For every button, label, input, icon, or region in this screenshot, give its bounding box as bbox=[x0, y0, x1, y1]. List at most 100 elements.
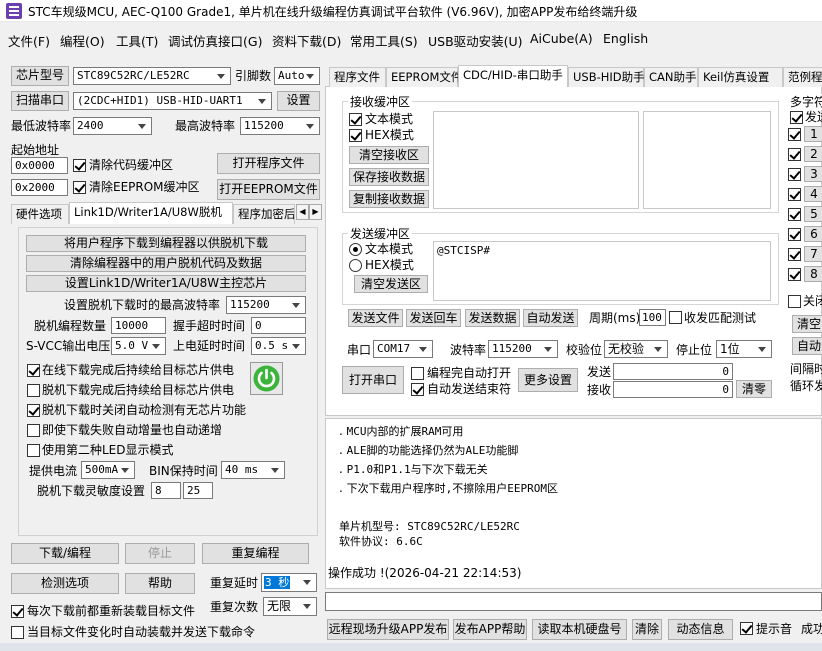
recv-hex-mode-checkbox[interactable] bbox=[349, 129, 362, 142]
dynamic-info-button[interactable]: 动态信息 bbox=[668, 619, 733, 640]
tab-program-file[interactable]: 程序文件 bbox=[329, 67, 386, 87]
tab-can[interactable]: CAN助手 bbox=[644, 67, 698, 87]
auto-increment-checkbox[interactable] bbox=[27, 424, 40, 437]
send-text-mode-radio[interactable] bbox=[349, 243, 362, 256]
tab-eeprom-file[interactable]: EEPROM文件 bbox=[386, 67, 462, 87]
multi-row-checkbox-4[interactable] bbox=[788, 188, 801, 201]
repeat-program-button[interactable]: 重复编程 bbox=[202, 543, 309, 564]
menu-file[interactable]: 文件(F) bbox=[8, 31, 50, 50]
multi-row-button-1[interactable]: 1 bbox=[804, 126, 822, 142]
svcc-voltage-select[interactable]: 5.0 V bbox=[111, 337, 166, 355]
multi-row-checkbox-7[interactable] bbox=[788, 248, 801, 261]
multi-row-button-3[interactable]: 3 bbox=[804, 166, 822, 182]
open-serial-button[interactable]: 打开串口 bbox=[342, 366, 404, 394]
clear-log-button[interactable]: 清除 bbox=[632, 619, 662, 640]
clear-writer-code-button[interactable]: 清除编程器中的用户脱机代码及数据 bbox=[26, 255, 306, 272]
power-button[interactable] bbox=[250, 362, 283, 395]
multi-row-button-2[interactable]: 2 bbox=[804, 146, 822, 162]
supply-current-select[interactable]: 500mA bbox=[81, 461, 135, 479]
auto-open-checkbox[interactable] bbox=[411, 367, 424, 380]
multi-row-checkbox-8[interactable] bbox=[788, 268, 801, 281]
port-select[interactable]: (2CDC+HID1) USB-HID-UART1 bbox=[73, 92, 272, 110]
online-power-checkbox[interactable] bbox=[27, 364, 40, 377]
menu-aicube[interactable]: AiCube(A) bbox=[530, 31, 593, 46]
recv-text-mode-checkbox[interactable] bbox=[349, 113, 362, 126]
remote-upgrade-button[interactable]: 远程现场升级APP发布 bbox=[327, 619, 449, 640]
multi-send-checkbox[interactable] bbox=[790, 111, 803, 124]
publish-help-button[interactable]: 发布APP帮助 bbox=[453, 619, 527, 640]
reload-checkbox[interactable] bbox=[11, 605, 24, 618]
stop-button[interactable]: 停止 bbox=[125, 543, 195, 564]
clear-count-button[interactable]: 清零 bbox=[736, 380, 772, 398]
tab-keil-settings[interactable]: Keil仿真设置 bbox=[698, 67, 783, 87]
disable-detect-checkbox[interactable] bbox=[27, 404, 40, 417]
serial-port-select[interactable]: COM17 bbox=[373, 340, 433, 358]
tab-usb-hid[interactable]: USB-HID助手 bbox=[568, 67, 645, 87]
match-test-checkbox[interactable] bbox=[669, 311, 682, 324]
clear-send-button[interactable]: 清空发送区 bbox=[354, 275, 428, 293]
offline-power-checkbox[interactable] bbox=[27, 384, 40, 397]
power-on-delay-select[interactable]: 0.5 s bbox=[251, 337, 306, 355]
handshake-timeout-input[interactable]: 0 bbox=[251, 317, 306, 334]
led-mode-checkbox[interactable] bbox=[27, 444, 40, 457]
menu-tools[interactable]: 工具(T) bbox=[116, 31, 158, 50]
min-baud-select[interactable]: 2400 bbox=[73, 117, 152, 135]
pin-count-select[interactable]: Auto bbox=[274, 67, 320, 85]
receive-text-pane[interactable] bbox=[433, 111, 639, 209]
auto-load-checkbox[interactable] bbox=[11, 626, 24, 639]
menu-program[interactable]: 编程(O) bbox=[60, 31, 105, 50]
stop-bits-select[interactable]: 1位 bbox=[716, 340, 772, 358]
period-input[interactable]: 100 bbox=[639, 309, 666, 326]
send-data-button[interactable]: 发送数据 bbox=[465, 309, 520, 327]
bin-hold-select[interactable]: 40 ms bbox=[221, 461, 285, 479]
tab-scroll-left-icon[interactable]: ◀ bbox=[296, 204, 309, 220]
auto-end-checkbox[interactable] bbox=[411, 383, 424, 396]
more-settings-button[interactable]: 更多设置 bbox=[518, 368, 578, 392]
menu-english[interactable]: English bbox=[603, 31, 648, 46]
help-button[interactable]: 帮助 bbox=[125, 573, 195, 594]
multi-row-checkbox-5[interactable] bbox=[788, 208, 801, 221]
download-to-writer-button[interactable]: 将用户程序下载到编程器以供脱机下载 bbox=[26, 235, 306, 252]
port-settings-button[interactable]: 设置 bbox=[277, 91, 320, 111]
multi-row-button-5[interactable]: 5 bbox=[804, 206, 822, 222]
baud-select[interactable]: 115200 bbox=[488, 340, 558, 358]
multi-row-button-7[interactable]: 7 bbox=[804, 246, 822, 262]
open-eeprom-file-button[interactable]: 打开EEPROM文件 bbox=[217, 179, 320, 200]
repeat-times-select[interactable]: 无限 bbox=[263, 597, 317, 616]
tab-scroll-right-icon[interactable]: ▶ bbox=[309, 204, 322, 220]
open-program-file-button[interactable]: 打开程序文件 bbox=[217, 153, 320, 174]
multi-auto-button[interactable]: 自动 bbox=[792, 337, 822, 355]
save-receive-button[interactable]: 保存接收数据 bbox=[349, 168, 429, 186]
code-address-input[interactable]: 0x0000 bbox=[11, 157, 68, 174]
multi-row-checkbox-2[interactable] bbox=[788, 148, 801, 161]
sensitivity-input-1[interactable]: 8 bbox=[151, 482, 181, 499]
log-output[interactable]: . MCU内部的扩展RAM可用 . ALE脚的功能选择仍然为ALE功能脚 . P… bbox=[325, 418, 822, 589]
multi-row-button-8[interactable]: 8 bbox=[804, 266, 822, 282]
chip-type-button[interactable]: 芯片型号 bbox=[11, 66, 69, 86]
menu-debug[interactable]: 调试仿真接口(G) bbox=[168, 31, 262, 50]
send-file-button[interactable]: 发送文件 bbox=[348, 309, 403, 327]
multi-row-checkbox-6[interactable] bbox=[788, 228, 801, 241]
auto-send-button[interactable]: 自动发送 bbox=[523, 309, 578, 327]
tab-program-encrypt[interactable]: 程序加密后 bbox=[233, 204, 295, 224]
send-enter-button[interactable]: 发送回车 bbox=[406, 309, 461, 327]
multi-clear-button[interactable]: 清空 bbox=[792, 315, 822, 333]
set-master-chip-button[interactable]: 设置Link1D/Writer1A/U8W主控芯片 bbox=[26, 275, 306, 292]
tab-cdc-serial[interactable]: CDC/HID-串口助手 bbox=[458, 65, 568, 87]
chip-type-select[interactable]: STC89C52RC/LE52RC bbox=[73, 67, 231, 85]
repeat-delay-select[interactable]: 3 秒 bbox=[261, 573, 317, 592]
menu-common-tools[interactable]: 常用工具(S) bbox=[350, 31, 418, 50]
receive-hex-pane[interactable] bbox=[643, 111, 771, 209]
sensitivity-input-2[interactable]: 25 bbox=[183, 482, 213, 499]
offline-count-input[interactable]: 10000 bbox=[111, 317, 166, 334]
download-program-button[interactable]: 下载/编程 bbox=[11, 543, 119, 564]
multi-row-checkbox-1[interactable] bbox=[788, 128, 801, 141]
tab-examples[interactable]: 范例程 bbox=[783, 67, 822, 87]
tab-offline-writer[interactable]: Link1D/Writer1A/U8W脱机 bbox=[69, 202, 233, 224]
send-hex-mode-radio[interactable] bbox=[349, 259, 362, 272]
check-options-button[interactable]: 检测选项 bbox=[11, 573, 119, 594]
send-text-pane[interactable]: @STCISP# bbox=[433, 241, 771, 301]
scan-port-button[interactable]: 扫描串口 bbox=[11, 91, 69, 111]
multi-row-checkbox-3[interactable] bbox=[788, 168, 801, 181]
clear-eeprom-checkbox[interactable] bbox=[73, 181, 86, 194]
